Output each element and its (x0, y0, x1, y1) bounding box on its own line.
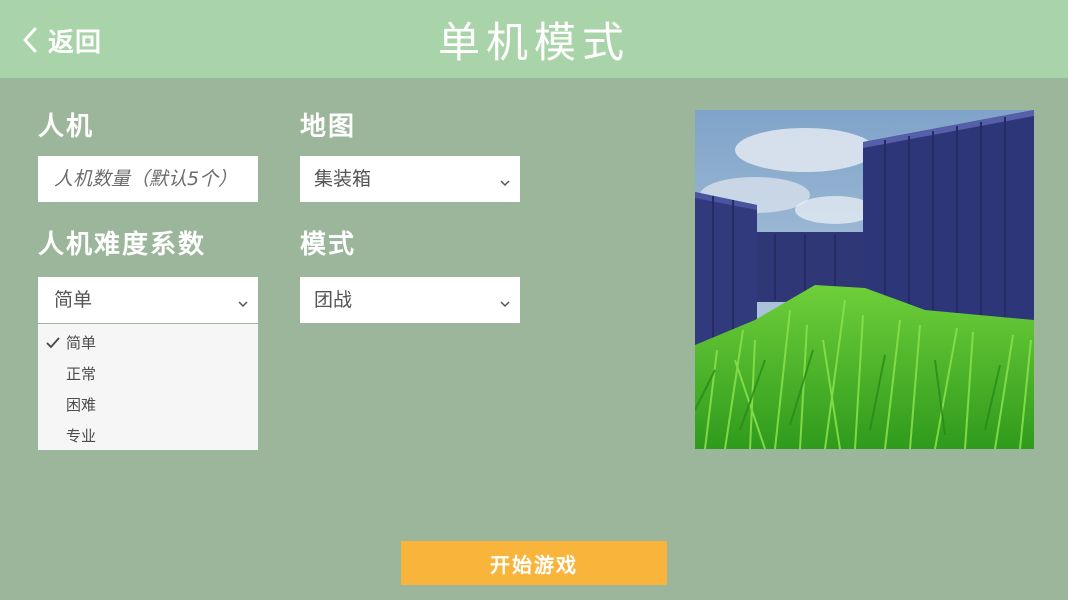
bots-label: 人机 (38, 112, 95, 142)
chevron-down-icon (238, 294, 248, 313)
mode-selected-value: 团战 (314, 289, 353, 311)
difficulty-option-label: 正常 (66, 365, 97, 383)
header-bar: 返回 单机模式 (0, 0, 1068, 78)
difficulty-option-pro[interactable]: 专业 (38, 420, 258, 450)
page-title: 单机模式 (437, 17, 630, 67)
chevron-down-icon (500, 173, 510, 192)
map-preview-image (695, 110, 1034, 449)
difficulty-label: 人机难度系数 (38, 230, 207, 260)
chevron-left-icon (22, 27, 38, 53)
bot-count-input[interactable]: 人机数量（默认5个） (38, 156, 258, 202)
difficulty-option-label: 困难 (66, 396, 97, 414)
back-button[interactable]: 返回 (22, 20, 102, 60)
difficulty-option-label: 简单 (66, 334, 97, 352)
difficulty-select[interactable]: 简单 (38, 277, 258, 323)
back-label: 返回 (48, 27, 103, 58)
mode-select[interactable]: 团战 (300, 277, 520, 323)
start-game-button[interactable]: 开始游戏 (401, 541, 667, 585)
mode-label: 模式 (300, 230, 357, 260)
map-selected-value: 集装箱 (314, 168, 372, 190)
checkmark-icon (46, 335, 60, 353)
difficulty-options-list: 简单 正常 困难 专业 (38, 324, 258, 450)
bot-count-placeholder: 人机数量（默认5个） (54, 168, 238, 190)
difficulty-selected-value: 简单 (54, 289, 93, 311)
chevron-down-icon (500, 294, 510, 313)
difficulty-option-hard[interactable]: 困难 (38, 389, 258, 419)
map-label: 地图 (300, 112, 357, 142)
difficulty-option-easy[interactable]: 简单 (38, 327, 258, 357)
map-select[interactable]: 集装箱 (300, 156, 520, 202)
difficulty-option-normal[interactable]: 正常 (38, 358, 258, 388)
difficulty-option-label: 专业 (66, 427, 97, 445)
